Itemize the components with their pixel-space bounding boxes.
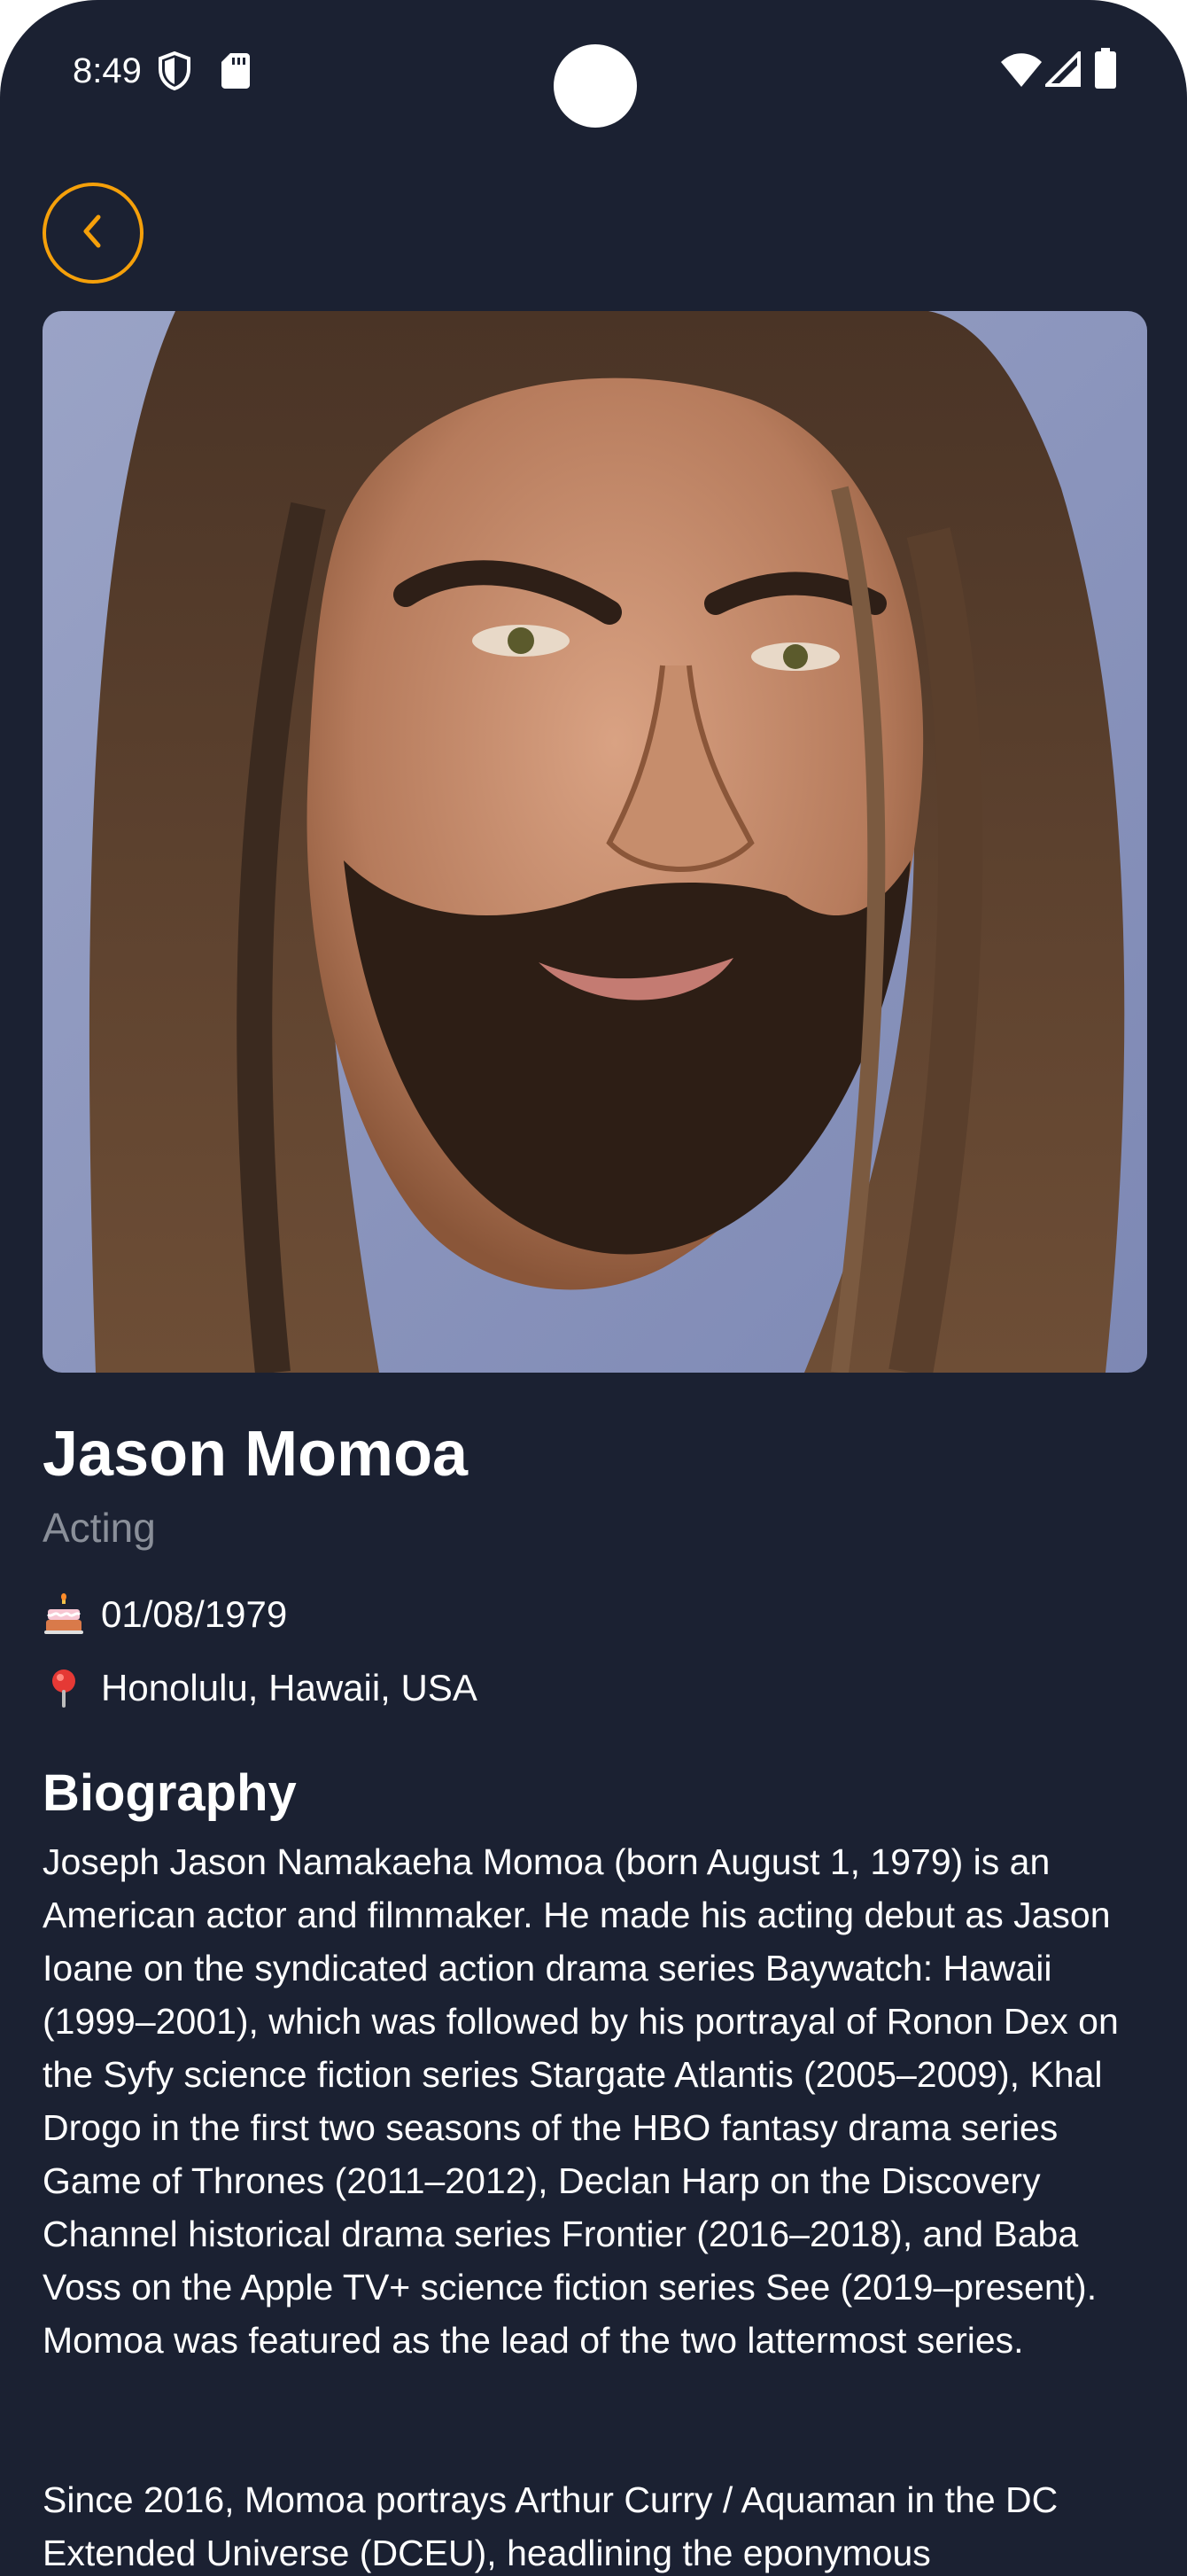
status-time: 8:49 bbox=[73, 51, 142, 90]
sd-card-icon bbox=[221, 53, 250, 93]
biography-paragraph-1: Joseph Jason Namakaeha Momoa (born Augus… bbox=[43, 1841, 1119, 2361]
person-name: Jason Momoa bbox=[43, 1419, 469, 1490]
screen: 8:49 Jason Momoa Acting 01/08/1979 Honol… bbox=[0, 0, 1187, 2576]
biography-heading: Biography bbox=[43, 1764, 297, 1822]
battery-icon bbox=[1095, 48, 1116, 93]
place-of-birth-row: Honolulu, Hawaii, USA bbox=[43, 1663, 477, 1713]
shield-icon bbox=[158, 51, 191, 95]
location-pin-icon bbox=[43, 1667, 85, 1709]
birthday-cake-icon bbox=[43, 1593, 85, 1636]
place-of-birth-value: Honolulu, Hawaii, USA bbox=[101, 1667, 477, 1708]
camera-cutout bbox=[554, 44, 637, 128]
signal-icon bbox=[1043, 49, 1081, 91]
back-button[interactable] bbox=[43, 183, 144, 284]
birthday-row: 01/08/1979 bbox=[43, 1590, 287, 1639]
birthday-value: 01/08/1979 bbox=[101, 1593, 288, 1635]
profile-photo bbox=[43, 311, 1147, 1373]
status-bar: 8:49 bbox=[0, 0, 1187, 142]
biography-paragraph-2: Since 2016, Momoa portrays Arthur Curry … bbox=[43, 2479, 1059, 2573]
person-department: Acting bbox=[43, 1505, 156, 1551]
chevron-left-icon bbox=[75, 212, 111, 255]
wifi-icon bbox=[1001, 53, 1042, 91]
